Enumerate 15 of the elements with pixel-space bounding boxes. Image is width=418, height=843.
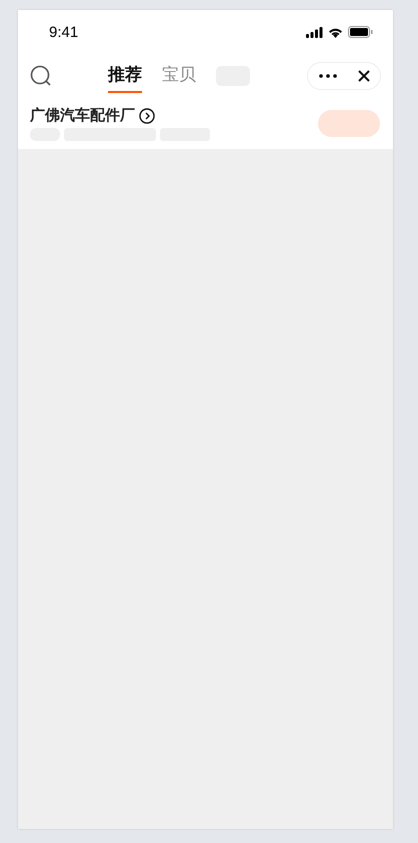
more-button[interactable] — [318, 74, 336, 78]
tab[interactable]: 推荐 — [108, 59, 142, 93]
tab[interactable]: 宝贝 — [162, 59, 196, 93]
wifi-icon — [328, 26, 343, 38]
search-icon — [30, 65, 52, 87]
signal-icon — [306, 26, 323, 38]
close-button[interactable] — [358, 70, 370, 82]
chevron-right-circle-icon[interactable] — [139, 108, 155, 124]
battery-icon — [348, 26, 373, 38]
more-icon — [318, 74, 336, 78]
close-icon — [358, 70, 370, 82]
follow-button-placeholder — [318, 110, 380, 137]
search-button[interactable] — [30, 65, 52, 87]
shop-name: 广佛汽车配件厂 — [30, 106, 135, 125]
status-time: 9:41 — [49, 24, 78, 40]
